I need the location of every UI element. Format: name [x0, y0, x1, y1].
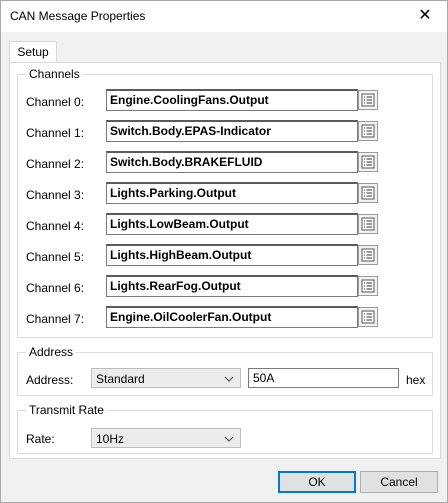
list-browse-icon[interactable] [358, 121, 378, 141]
tab-setup[interactable]: Setup [9, 41, 57, 63]
channel-6-field[interactable]: Lights.RearFog.Output [106, 275, 358, 297]
channels-group: Channels Channel 0: Engine.CoolingFans.Ou… [17, 67, 433, 338]
close-icon[interactable]: ✕ [411, 4, 439, 28]
channel-2-label: Channel 2: [26, 157, 85, 171]
address-label: Address: [26, 373, 74, 387]
address-group: Address Address: Standard 50A hex [17, 345, 433, 396]
channel-3-field[interactable]: Lights.Parking.Output [106, 182, 358, 204]
title-bar: CAN Message Properties ✕ [1, 1, 447, 32]
list-browse-icon[interactable] [358, 152, 378, 172]
ok-button[interactable]: OK [278, 471, 356, 493]
list-browse-icon[interactable] [358, 276, 378, 296]
chevron-down-icon [224, 369, 234, 395]
dialog-window: CAN Message Properties ✕ Setup Channels … [0, 0, 448, 503]
channel-0-field[interactable]: Engine.CoolingFans.Output [106, 89, 358, 111]
list-browse-icon[interactable] [358, 307, 378, 327]
list-browse-icon[interactable] [358, 214, 378, 234]
list-browse-icon[interactable] [358, 183, 378, 203]
address-type-select[interactable]: Standard [91, 368, 241, 388]
channel-3-label: Channel 3: [26, 188, 85, 202]
channel-5-field[interactable]: Lights.HighBeam.Output [106, 244, 358, 266]
address-input[interactable]: 50A [248, 368, 399, 388]
address-type-value: Standard [96, 372, 145, 386]
transmit-rate-group-legend: Transmit Rate [26, 403, 107, 417]
channel-4-label: Channel 4: [26, 219, 85, 233]
transmit-rate-group: Transmit Rate Rate: 10Hz [17, 403, 433, 454]
list-browse-icon[interactable] [358, 90, 378, 110]
list-browse-icon[interactable] [358, 245, 378, 265]
channel-2-field[interactable]: Switch.Body.BRAKEFLUID [106, 151, 358, 173]
address-group-legend: Address [26, 345, 77, 359]
channel-5-label: Channel 5: [26, 250, 85, 264]
channel-4-field[interactable]: Lights.LowBeam.Output [106, 213, 358, 235]
chevron-down-icon [224, 429, 234, 455]
channels-group-legend: Channels [26, 67, 83, 81]
channel-7-label: Channel 7: [26, 312, 85, 326]
setup-tab-panel: Channels Channel 0: Engine.CoolingFans.Ou… [9, 62, 441, 459]
window-title: CAN Message Properties [10, 9, 146, 23]
rate-select[interactable]: 10Hz [91, 428, 241, 448]
address-unit-label: hex [406, 373, 426, 387]
channel-1-label: Channel 1: [26, 126, 85, 140]
rate-value: 10Hz [96, 432, 125, 446]
channel-6-label: Channel 6: [26, 281, 85, 295]
channel-7-field[interactable]: Engine.OilCoolerFan.Output [106, 306, 358, 328]
channel-1-field[interactable]: Switch.Body.EPAS-Indicator [106, 120, 358, 142]
rate-label: Rate: [26, 432, 55, 446]
channel-0-label: Channel 0: [26, 95, 85, 109]
cancel-button[interactable]: Cancel [360, 471, 438, 493]
